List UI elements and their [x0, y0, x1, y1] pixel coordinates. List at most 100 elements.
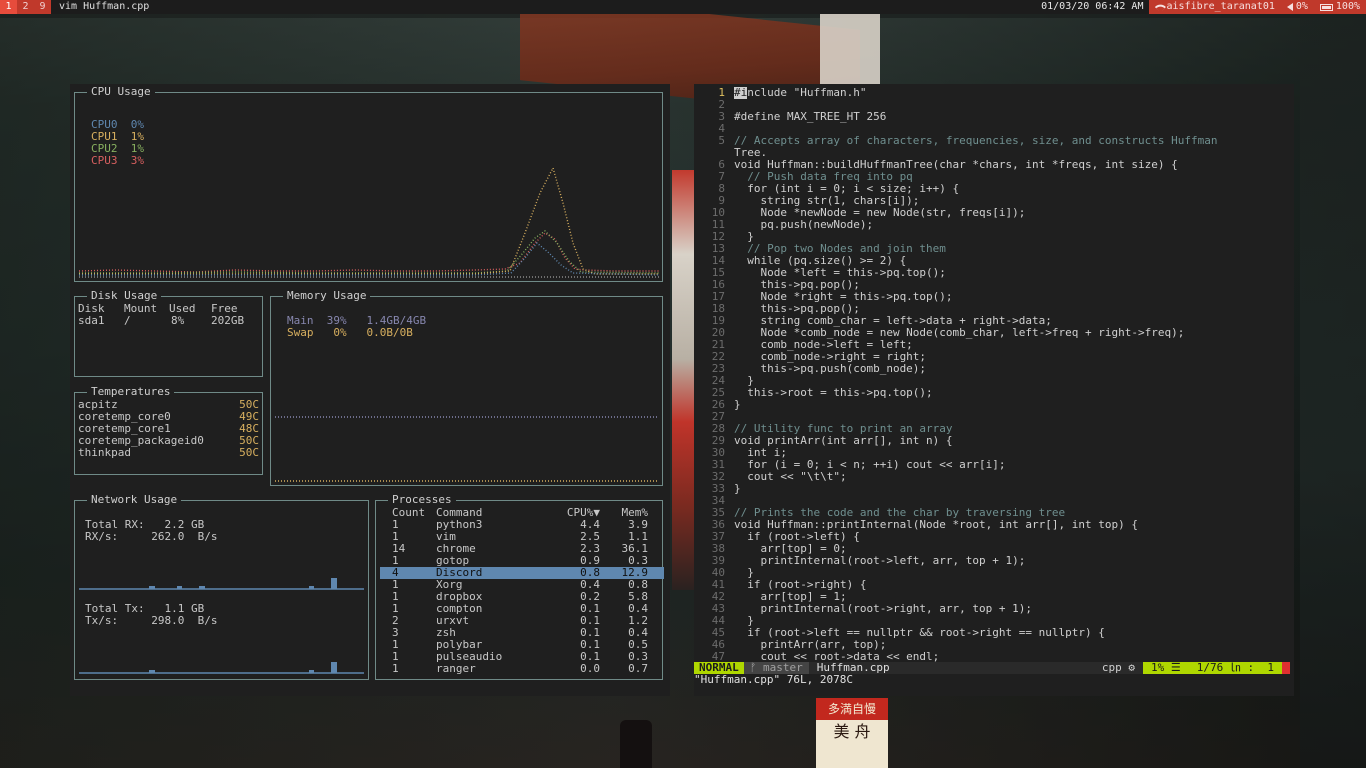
process-row[interactable]: 14 chrome 2.3 36.1 — [380, 543, 664, 555]
line-text: void printArr(int arr[], int n) { — [734, 435, 953, 447]
tx-bar — [331, 662, 337, 673]
vim-window[interactable]: 1 #include "Huffman.h" 2 3 #define MAX_TREE_… — [694, 84, 1294, 696]
line-text: arr[top] = 1; — [734, 591, 847, 603]
window-title: vim Huffman.cpp — [59, 1, 150, 12]
process-row[interactable]: 1 ranger 0.0 0.7 — [380, 663, 664, 675]
process-count: 4 — [392, 566, 399, 579]
code-line: 40 } — [694, 567, 1290, 579]
wifi-icon — [1155, 1, 1167, 13]
process-table: Count Command CPU%▼ Mem% 1 python3 4.4 3.9 1… — [380, 507, 664, 675]
volume-icon — [1286, 3, 1293, 11]
workspace-2[interactable]: 2 — [17, 0, 34, 14]
code-line: Tree. — [694, 147, 1290, 159]
line-text: #define MAX_TREE_HT 256 — [734, 111, 887, 123]
process-row[interactable]: 4 Discord 0.8 12.9 — [380, 567, 664, 579]
process-row[interactable]: 1 polybar 0.1 0.5 — [380, 639, 664, 651]
line-text: } — [734, 399, 741, 411]
code-line: 28// Utility func to print an array — [694, 423, 1290, 435]
code-line: 45 if (root->left == nullptr && root->ri… — [694, 627, 1290, 639]
battery-module: 100% — [1313, 0, 1366, 14]
process-cpu: 0.0 — [580, 662, 600, 675]
temp-row: thinkpad 50C — [78, 447, 259, 459]
code-line: 10 Node *newNode = new Node(str, freqs[i… — [694, 207, 1290, 219]
code-line: 8 for (int i = 0; i < size; i++) { — [694, 183, 1290, 195]
memory-graph — [275, 416, 657, 482]
line-text: Node *left = this->pq.top(); — [734, 267, 946, 279]
code-line: 29 void printArr(int arr[], int n) { — [694, 435, 1290, 447]
network-tx-rate: Tx/s: 298.0 B/s — [85, 615, 217, 627]
code-line: 20 Node *comb_node = new Node(comb_char,… — [694, 327, 1290, 339]
code-line: 22 comb_node->right = right; — [694, 351, 1290, 363]
line-text: comb_node->left = left; — [734, 339, 913, 351]
line-text — [734, 99, 1274, 111]
line-number: 3 — [718, 110, 725, 123]
rx-bar — [309, 586, 314, 589]
line-number: 1 — [718, 86, 725, 99]
code-line: 12 } — [694, 231, 1290, 243]
disk-free: 202GB — [211, 314, 245, 327]
network-module[interactable]: aisfibre_taranat01 — [1149, 0, 1281, 14]
code-line: 21 comb_node->left = left; — [694, 339, 1290, 351]
line-text: Tree. — [734, 147, 768, 159]
line-text: // Push data freq into pq — [734, 171, 913, 183]
line-text: pq.push(newNode); — [734, 219, 874, 231]
disk-usage-title: Disk Usage — [87, 289, 162, 303]
volume-level: 0% — [1295, 1, 1308, 12]
line-number — [694, 147, 734, 159]
code-line: 34 — [694, 495, 1290, 507]
processes-panel: Processes Count Command CPU%▼ Mem% 1 pyth… — [375, 493, 664, 680]
line-text: } — [734, 615, 754, 627]
process-row[interactable]: 1 compton 0.1 0.4 — [380, 603, 664, 615]
line-text: string comb_char = left->data + right->d… — [734, 315, 1052, 327]
code-line: 46 printArr(arr, top); — [694, 639, 1290, 651]
rx-bar — [331, 578, 337, 589]
code-line: 9 string str(1, chars[i]); — [694, 195, 1290, 207]
process-row[interactable]: 2 urxvt 0.1 1.2 — [380, 615, 664, 627]
code-line: 26} — [694, 399, 1290, 411]
process-row[interactable]: 1 python3 4.4 3.9 — [380, 519, 664, 531]
temperatures-panel: Temperatures acpitz 50C coretemp_core0 49C… — [74, 385, 263, 475]
line-text: Node *comb_node = new Node(comb_char, le… — [734, 327, 1185, 339]
line-number: 4 — [718, 122, 725, 135]
process-count: 3 — [392, 626, 399, 639]
disk-col-mount: Mount — [124, 302, 158, 315]
col-count[interactable]: Count — [380, 507, 436, 519]
process-count: 1 — [392, 638, 399, 651]
code-line: 25 this->root = this->pq.top(); — [694, 387, 1290, 399]
cpu-graph — [78, 166, 660, 278]
temp-sensor-name: thinkpad — [78, 446, 131, 459]
process-command: ranger — [436, 662, 476, 675]
warning-indicator — [1282, 662, 1290, 674]
network-name: aisfibre_taranat01 — [1166, 1, 1275, 12]
tx-bar — [309, 670, 314, 673]
code-line: 19 string comb_char = left->data + right… — [694, 315, 1290, 327]
process-row[interactable]: 3 zsh 0.1 0.4 — [380, 627, 664, 639]
line-text: this->root = this->pq.top(); — [734, 387, 933, 399]
rx-bar — [177, 586, 182, 589]
process-count: 1 — [392, 518, 399, 531]
code-buffer[interactable]: 1 #include "Huffman.h" 2 3 #define MAX_TREE_… — [694, 87, 1290, 663]
code-line: 35// Prints the code and the char by tra… — [694, 507, 1290, 519]
code-line: 37 if (root->left) { — [694, 531, 1290, 543]
process-row[interactable]: 1 pulseaudio 0.1 0.3 — [380, 651, 664, 663]
workspace-9[interactable]: 9 — [34, 0, 51, 14]
line-text: #include "Huffman.h" — [734, 87, 867, 99]
workspace-1[interactable]: 1 — [0, 0, 17, 14]
code-line: 3 #define MAX_TREE_HT 256 — [694, 111, 1290, 123]
process-count: 1 — [392, 578, 399, 591]
line-text: int i; — [734, 447, 787, 459]
line-text: } — [734, 567, 754, 579]
process-mem: 0.7 — [628, 662, 648, 675]
process-row[interactable]: 1 dropbox 0.2 5.8 — [380, 591, 664, 603]
rx-bar — [149, 586, 155, 589]
vim-cmdline[interactable]: "Huffman.cpp" 76L, 2078C — [694, 674, 853, 686]
clock: 01/03/20 06:42 AM — [1035, 0, 1149, 14]
process-row[interactable]: 1 Xorg 0.4 0.8 — [380, 579, 664, 591]
code-line: 38 arr[top] = 0; — [694, 543, 1290, 555]
line-text: cout << "\t\t"; — [734, 471, 847, 483]
process-table-header: Count Command CPU%▼ Mem% — [380, 507, 664, 519]
disk-row: sda1 / 8% 202GB — [78, 315, 261, 327]
cpu1-line — [79, 166, 659, 275]
volume-module[interactable]: 0% — [1280, 0, 1314, 14]
gotop-window[interactable]: CPU Usage CPU0 0% CPU1 1% CPU2 1% CPU3 3… — [70, 84, 670, 696]
